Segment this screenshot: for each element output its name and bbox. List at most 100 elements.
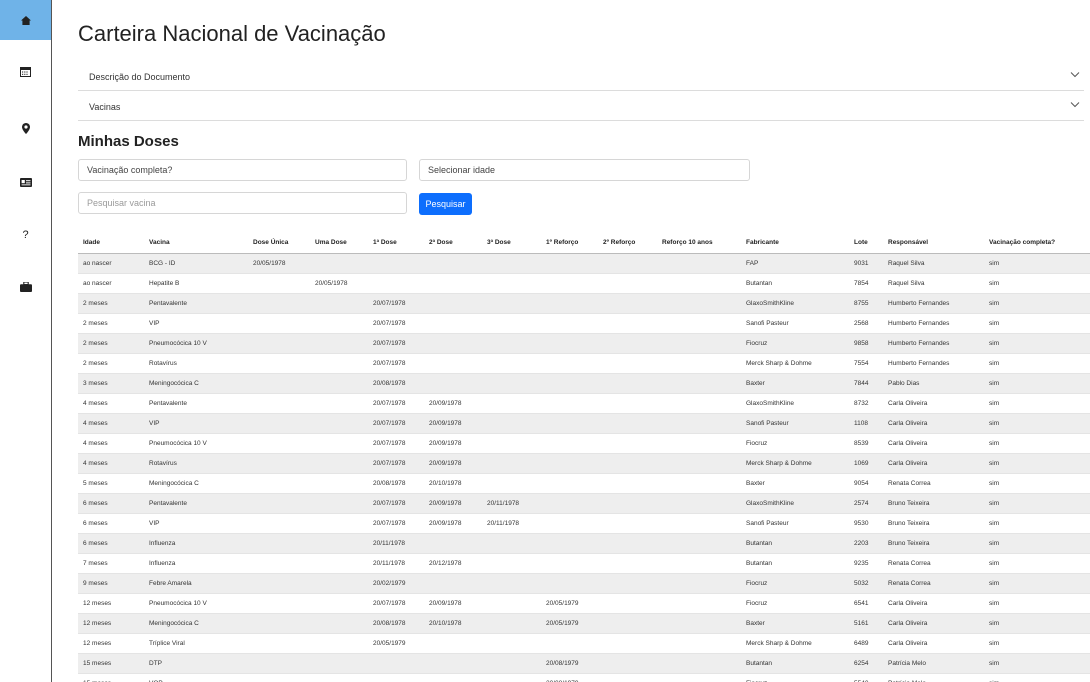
table-cell xyxy=(598,492,657,513)
table-cell xyxy=(310,392,368,413)
table-cell xyxy=(598,452,657,473)
nav-home-button[interactable] xyxy=(0,0,51,40)
chevron-down-icon xyxy=(1070,72,1080,78)
table-cell xyxy=(541,632,598,653)
table-row[interactable]: 6 meses Influenza 20/11/1978 Butantan 2203 Br… xyxy=(78,532,1090,553)
table-row[interactable]: 4 meses Pentavalente 20/07/1978 20/09/1978 G… xyxy=(78,392,1090,413)
nav-calendar-button[interactable] xyxy=(0,52,51,92)
table-header-row: Idade Vacina Dose Única Uma Dose 1ª Dose 2ª D… xyxy=(78,232,1090,254)
idade-select[interactable]: Selecionar idade xyxy=(419,159,750,181)
table-cell: sim xyxy=(984,532,1090,553)
table-cell: 20/12/1978 xyxy=(424,552,482,573)
search-input[interactable]: Pesquisar vacina xyxy=(78,192,407,214)
column-header[interactable]: Reforço 10 anos xyxy=(657,232,741,254)
table-row[interactable]: 15 mesesVOP 20/08/1979 Fiocruz5540Patrícia… xyxy=(78,672,1090,682)
table-cell xyxy=(310,492,368,513)
column-header[interactable]: Responsável xyxy=(883,232,984,254)
table-cell: 20/07/1978 xyxy=(368,332,424,353)
table-cell xyxy=(482,372,541,393)
table-cell: 8732 xyxy=(849,392,883,413)
table-cell xyxy=(598,392,657,413)
column-header[interactable]: Uma Dose xyxy=(310,232,368,254)
table-cell xyxy=(541,292,598,313)
table-cell xyxy=(657,312,741,333)
column-header[interactable]: Fabricante xyxy=(741,232,849,254)
table-cell: sim xyxy=(984,652,1090,673)
table-cell xyxy=(310,412,368,433)
vacinacao-completa-select[interactable]: Vacinação completa? xyxy=(78,159,407,181)
table-cell: sim xyxy=(984,632,1090,653)
table-cell xyxy=(657,372,741,393)
table-cell: DTP xyxy=(144,652,248,673)
table-row[interactable]: 2 meses Pneumocócica 10 V 20/07/1978 Fiocru… xyxy=(78,332,1090,353)
table-cell xyxy=(424,312,482,333)
column-header[interactable]: 1ª Dose xyxy=(368,232,424,254)
table-row[interactable]: 6 meses VIP 20/07/1978 20/09/1978 20/11/1978… xyxy=(78,512,1090,533)
column-header[interactable]: Vacinação completa? xyxy=(984,232,1090,254)
table-cell: Pentavalente xyxy=(144,292,248,313)
nav-location-button[interactable] xyxy=(0,108,51,148)
table-cell: Tríplice Viral xyxy=(144,632,248,653)
table-row[interactable]: 5 meses Meningocócica C 20/08/1978 20/10/19… xyxy=(78,472,1090,493)
table-cell: Butantan xyxy=(741,552,849,573)
table-cell: 20/10/1978 xyxy=(424,472,482,493)
table-cell: 20/05/1978 xyxy=(310,272,368,293)
table-cell: 6 meses xyxy=(78,512,144,533)
table-cell: 12 meses xyxy=(78,632,144,653)
column-header[interactable]: Lote xyxy=(849,232,883,254)
nav-briefcase-button[interactable] xyxy=(0,267,51,307)
table-row[interactable]: 12 meses Meningocócica C 20/08/1978 20/10/1… xyxy=(78,612,1090,633)
table-cell xyxy=(541,492,598,513)
table-row[interactable]: 15 meses DTP 20/08/1979 Butantan 6254 Patríci… xyxy=(78,652,1090,673)
table-cell: 20/05/1978 xyxy=(248,252,310,273)
accordion-descricao[interactable]: Descrição do Documento xyxy=(78,61,1084,91)
table-cell: BCG - ID xyxy=(144,252,248,273)
table-cell xyxy=(248,432,310,453)
table-row[interactable]: ao nascer BCG - ID 20/05/1978 FAP 9031 Raquel… xyxy=(78,252,1090,273)
table-cell xyxy=(657,432,741,453)
nav-id-card-button[interactable] xyxy=(0,162,51,202)
table-cell: Patrícia Melo xyxy=(883,652,984,673)
table-row[interactable]: 4 meses Rotavírus 20/07/1978 20/09/1978 Merc… xyxy=(78,452,1090,473)
table-cell: 2 meses xyxy=(78,292,144,313)
table-row[interactable]: 9 meses Febre Amarela 20/02/1979 Fiocruz 503… xyxy=(78,572,1090,593)
section-title: Minhas Doses xyxy=(78,133,179,150)
table-row[interactable]: ao nascer Hepatite B 20/05/1978 Butantan 785… xyxy=(78,272,1090,293)
table-row[interactable]: 4 meses Pneumocócica 10 V 20/07/1978 20/09/… xyxy=(78,432,1090,453)
nav-help-button[interactable]: ? xyxy=(0,215,51,255)
table-cell xyxy=(598,652,657,673)
briefcase-icon xyxy=(19,282,32,292)
table-row[interactable]: 2 meses Rotavírus 20/07/1978 Merck Sharp & … xyxy=(78,352,1090,373)
table-cell: Patrícia Melo xyxy=(883,672,984,682)
column-header[interactable]: 3ª Dose xyxy=(482,232,541,254)
column-header[interactable]: Dose Única xyxy=(248,232,310,254)
table-cell xyxy=(248,372,310,393)
table-cell xyxy=(482,252,541,273)
table-cell: sim xyxy=(984,572,1090,593)
table-cell: 4 meses xyxy=(78,432,144,453)
table-cell xyxy=(424,632,482,653)
table-cell xyxy=(248,532,310,553)
table-cell: 20/07/1978 xyxy=(368,452,424,473)
table-row[interactable]: 6 meses Pentavalente 20/07/1978 20/09/1978 2… xyxy=(78,492,1090,513)
table-cell xyxy=(424,572,482,593)
column-header[interactable]: Vacina xyxy=(144,232,248,254)
table-row[interactable]: 12 meses Pneumocócica 10 V 20/07/1978 20/09… xyxy=(78,592,1090,613)
column-header[interactable]: 1º Reforço xyxy=(541,232,598,254)
search-button[interactable]: Pesquisar xyxy=(419,193,472,215)
table-row[interactable]: 2 meses VIP 20/07/1978 Sanofi Pasteur 2568 Hu… xyxy=(78,312,1090,333)
column-header[interactable]: 2ª Dose xyxy=(424,232,482,254)
table-cell: Fiocruz xyxy=(741,332,849,353)
table-row[interactable]: 12 meses Tríplice Viral 20/05/1979 Merck Sh… xyxy=(78,632,1090,653)
table-row[interactable]: 7 meses Influenza 20/11/1978 20/12/1978 Buta… xyxy=(78,552,1090,573)
table-cell xyxy=(310,592,368,613)
table-cell xyxy=(598,332,657,353)
table-cell xyxy=(424,252,482,273)
table-row[interactable]: 4 meses VIP 20/07/1978 20/09/1978 Sanofi Pas… xyxy=(78,412,1090,433)
column-header[interactable]: 2º Reforço xyxy=(598,232,657,254)
table-row[interactable]: 3 meses Meningocócica C 20/08/1978 Baxter 78… xyxy=(78,372,1090,393)
table-row[interactable]: 2 meses Pentavalente 20/07/1978 GlaxoSmithK… xyxy=(78,292,1090,313)
accordion-vacinas[interactable]: Vacinas xyxy=(78,91,1084,121)
table-cell: 7854 xyxy=(849,272,883,293)
column-header[interactable]: Idade xyxy=(78,232,144,254)
